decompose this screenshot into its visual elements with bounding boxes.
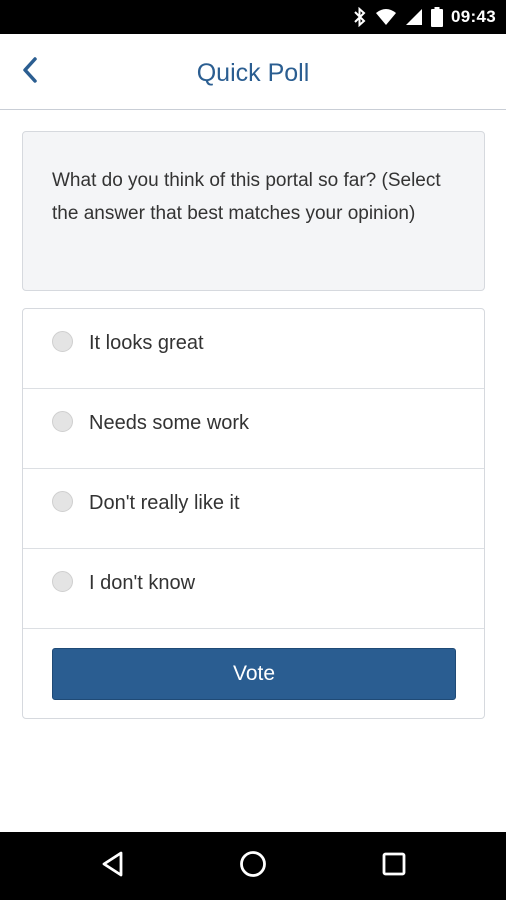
system-nav-bar	[0, 832, 506, 900]
poll-option-label: Don't really like it	[89, 492, 240, 514]
poll-option-label: I don't know	[89, 572, 196, 594]
status-bar: 09:43	[0, 0, 506, 34]
status-time: 09:43	[451, 7, 496, 26]
vote-button[interactable]: Vote	[52, 648, 456, 700]
poll-option-label: It looks great	[89, 332, 204, 354]
nav-recents-button[interactable]	[374, 846, 414, 886]
recents-square-icon	[382, 852, 406, 881]
battery-icon	[431, 7, 444, 27]
poll-option-label: Needs some work	[89, 412, 250, 434]
radio-button[interactable]	[52, 331, 73, 352]
back-triangle-icon	[101, 851, 125, 882]
radio-button[interactable]	[52, 571, 73, 592]
page-title: Quick Poll	[196, 59, 310, 87]
nav-back-button[interactable]	[93, 846, 133, 886]
nav-home-button[interactable]	[233, 846, 273, 886]
cell-signal-icon	[405, 8, 423, 26]
poll-question-card: What do you think of this portal so far?…	[22, 131, 485, 291]
home-circle-icon	[239, 850, 267, 883]
bluetooth-icon	[353, 7, 367, 27]
poll-option[interactable]: It looks great	[23, 309, 484, 389]
poll-question: What do you think of this portal so far?…	[52, 170, 441, 224]
wifi-icon	[375, 8, 397, 26]
poll-option[interactable]: I don't know	[23, 549, 484, 629]
poll-options-card: It looks great Needs some work Don't rea…	[22, 308, 485, 719]
radio-button[interactable]	[52, 411, 73, 432]
poll-option[interactable]: Don't really like it	[23, 469, 484, 549]
app-bar: Quick Poll	[0, 34, 506, 110]
poll-option[interactable]: Needs some work	[23, 389, 484, 469]
radio-button[interactable]	[52, 491, 73, 512]
